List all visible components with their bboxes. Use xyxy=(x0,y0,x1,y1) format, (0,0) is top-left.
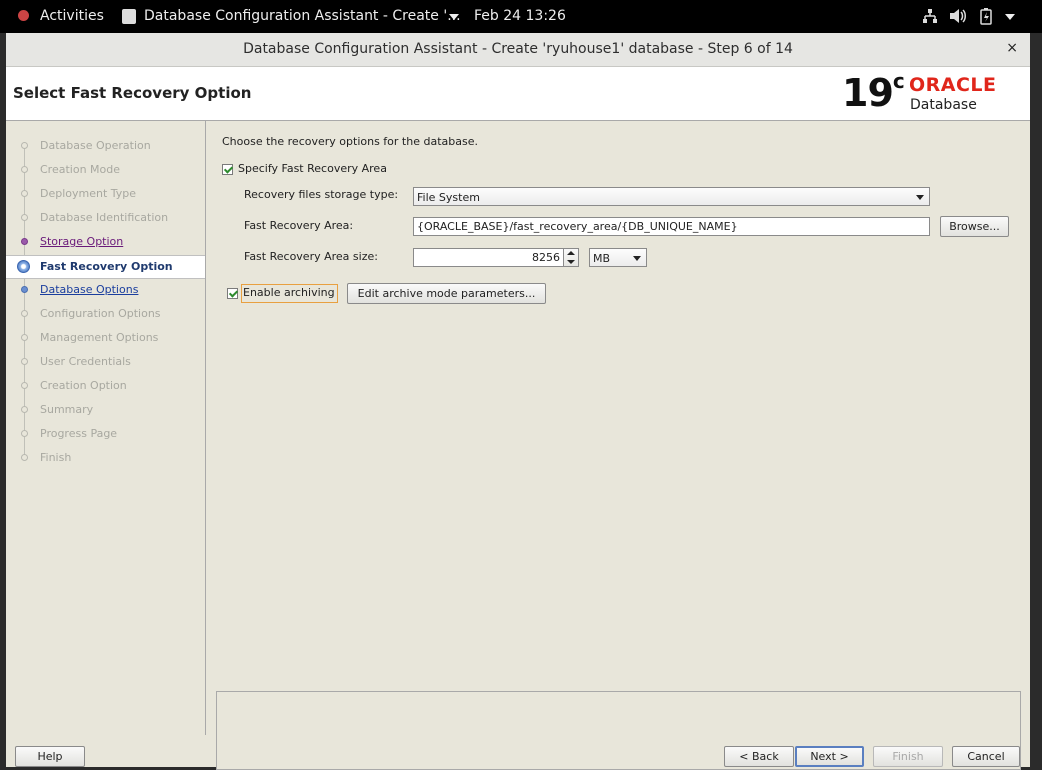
nav-step-item: Fast Recovery Option xyxy=(6,255,205,279)
edit-archive-params-button[interactable]: Edit archive mode parameters... xyxy=(347,283,546,304)
volume-icon[interactable] xyxy=(949,8,967,28)
dbca-window: Database Configuration Assistant - Creat… xyxy=(6,33,1030,770)
page-title: Select Fast Recovery Option xyxy=(13,84,252,102)
step-indicator-icon xyxy=(21,358,28,365)
step-indicator-icon xyxy=(21,142,28,149)
nav-step-item: Finish xyxy=(6,447,205,469)
fra-path-input[interactable]: {ORACLE_BASE}/fast_recovery_area/{DB_UNI… xyxy=(413,217,930,236)
back-button[interactable]: < Back xyxy=(724,746,794,767)
chevron-down-icon[interactable] xyxy=(449,14,459,20)
network-icon[interactable] xyxy=(922,8,938,28)
oracle-19c-logo: 19c xyxy=(842,69,905,115)
window-title: Database Configuration Assistant - Creat… xyxy=(243,41,793,57)
nav-step-label: Management Options xyxy=(40,331,159,344)
fra-size-input[interactable]: 8256 xyxy=(413,248,564,267)
step-indicator-icon xyxy=(21,454,28,461)
step-indicator-icon xyxy=(21,286,28,293)
step-indicator-icon xyxy=(21,310,28,317)
system-menu-chevron-icon[interactable] xyxy=(1005,14,1015,20)
cancel-button[interactable]: Cancel xyxy=(952,746,1020,767)
step-indicator-icon xyxy=(17,260,30,273)
nav-step-item[interactable]: Database Options xyxy=(6,279,205,301)
step-indicator-icon xyxy=(21,382,28,389)
step-indicator-icon xyxy=(21,214,28,221)
specify-fra-checkbox[interactable] xyxy=(222,164,233,175)
nav-step-item: User Credentials xyxy=(6,351,205,373)
help-button[interactable]: Help xyxy=(15,746,85,767)
nav-step-item: Deployment Type xyxy=(6,183,205,205)
nav-step-item: Configuration Options xyxy=(6,303,205,325)
top-bar: Activities Database Configuration Assist… xyxy=(0,0,1042,33)
java-app-icon xyxy=(122,9,136,24)
page-header: Select Fast Recovery Option 19c ORACLE D… xyxy=(6,67,1030,121)
step-indicator-icon xyxy=(21,166,28,173)
nav-step-label: Deployment Type xyxy=(40,187,137,200)
nav-step-label: Database Identification xyxy=(40,211,169,224)
close-icon[interactable]: × xyxy=(1006,40,1018,56)
nav-step-item: Database Operation xyxy=(6,135,205,157)
step-indicator-icon xyxy=(21,430,28,437)
nav-step-item[interactable]: Storage Option xyxy=(6,231,205,253)
intro-text: Choose the recovery options for the data… xyxy=(222,135,478,148)
fra-size-unit-select[interactable]: MB xyxy=(589,248,647,267)
nav-step-label[interactable]: Storage Option xyxy=(40,235,123,248)
chevron-down-icon xyxy=(633,256,641,261)
nav-step-item: Progress Page xyxy=(6,423,205,445)
oracle-logo: ORACLE xyxy=(909,74,997,96)
nav-step-label: Creation Mode xyxy=(40,163,121,176)
finish-button: Finish xyxy=(873,746,943,767)
activities-icon xyxy=(18,10,29,21)
app-menu[interactable]: Database Configuration Assistant - Creat… xyxy=(144,8,461,24)
nav-step-label: Progress Page xyxy=(40,427,118,440)
browse-button[interactable]: Browse... xyxy=(940,216,1009,237)
step-indicator-icon xyxy=(21,238,28,245)
next-button[interactable]: Next > xyxy=(795,746,864,767)
nav-step-item: Summary xyxy=(6,399,205,421)
oracle-logo-product: Database xyxy=(910,97,977,113)
nav-step-label: Fast Recovery Option xyxy=(40,260,173,273)
fra-size-unit-value: MB xyxy=(593,252,611,265)
specify-fra-label[interactable]: Specify Fast Recovery Area xyxy=(238,162,387,175)
clock[interactable]: Feb 24 13:26 xyxy=(474,8,566,24)
main-content: Choose the recovery options for the data… xyxy=(206,121,1030,770)
spinner-down-icon[interactable] xyxy=(567,260,575,264)
step-indicator-icon xyxy=(21,190,28,197)
storage-type-select[interactable]: File System xyxy=(413,187,930,206)
nav-step-label: User Credentials xyxy=(40,355,131,368)
activities-button[interactable]: Activities xyxy=(40,8,104,24)
storage-type-value: File System xyxy=(417,191,480,204)
fra-size-spinner[interactable] xyxy=(564,248,579,267)
chevron-down-icon xyxy=(916,195,924,200)
spinner-up-icon[interactable] xyxy=(567,251,575,255)
battery-icon[interactable] xyxy=(980,8,992,29)
fra-path-label: Fast Recovery Area: xyxy=(244,219,354,232)
nav-step-item: Creation Mode xyxy=(6,159,205,181)
fra-size-label: Fast Recovery Area size: xyxy=(244,250,378,263)
step-indicator-icon xyxy=(21,406,28,413)
step-navigation: Database Operation Creation Mode Deploymen… xyxy=(6,121,206,735)
nav-step-item: Management Options xyxy=(6,327,205,349)
window-titlebar: Database Configuration Assistant - Creat… xyxy=(6,33,1030,67)
nav-step-label: Finish xyxy=(40,451,72,464)
nav-step-label: Configuration Options xyxy=(40,307,161,320)
storage-type-label: Recovery files storage type: xyxy=(244,188,399,201)
nav-step-label[interactable]: Database Options xyxy=(40,283,138,296)
nav-step-label: Database Operation xyxy=(40,139,151,152)
enable-archiving-checkbox[interactable] xyxy=(227,288,238,299)
nav-step-label: Creation Option xyxy=(40,379,127,392)
step-indicator-icon xyxy=(21,334,28,341)
nav-step-item: Database Identification xyxy=(6,207,205,229)
nav-step-label: Summary xyxy=(40,403,94,416)
enable-archiving-label[interactable]: Enable archiving xyxy=(243,286,335,299)
nav-step-item: Creation Option xyxy=(6,375,205,397)
